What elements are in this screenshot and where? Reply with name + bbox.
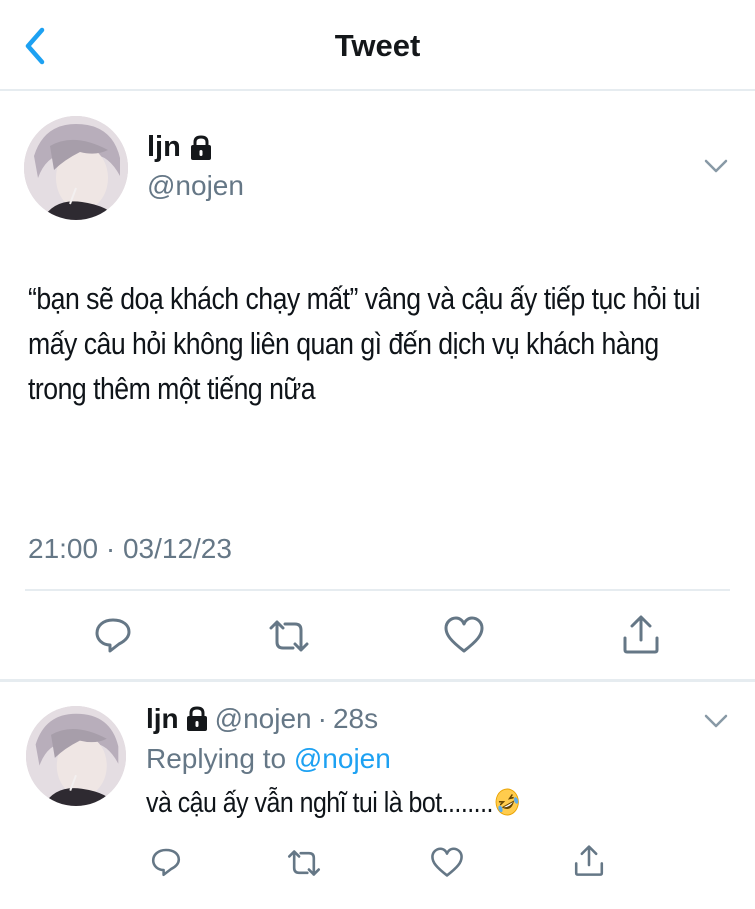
author-handle[interactable]: @nojen: [147, 170, 244, 202]
section-divider: [0, 679, 755, 682]
like-icon[interactable]: [430, 847, 464, 878]
avatar[interactable]: [24, 116, 128, 220]
reply-header: ljn @nojen · 28s: [146, 703, 378, 735]
replying-mention[interactable]: @nojen: [294, 743, 391, 774]
share-icon[interactable]: [621, 614, 661, 656]
tweet-timestamp: 21:00 · 03/12/23: [28, 533, 232, 564]
retweet-icon[interactable]: [286, 848, 322, 878]
rolling-on-floor-laughing-emoji: [495, 788, 520, 816]
share-icon[interactable]: [573, 844, 605, 878]
author-name-text[interactable]: ljn: [147, 131, 181, 164]
page-title: Tweet: [334, 28, 421, 63]
divider: [25, 589, 730, 591]
chevron-down-icon[interactable]: [703, 713, 729, 729]
author-name[interactable]: ljn: [147, 131, 213, 164]
tweet-text: “bạn sẽ doạ khách chạy mất” vâng và cậu …: [28, 281, 701, 406]
reply-text: và cậu ấy vẫn nghĩ tui là bot........: [146, 787, 520, 820]
top-bar: Tweet: [0, 0, 755, 91]
reply-author-handle[interactable]: @nojen: [215, 703, 312, 735]
reply-icon[interactable]: [150, 846, 182, 878]
replying-to: Replying to @nojen: [146, 743, 391, 775]
replying-prefix: Replying to: [146, 743, 287, 774]
like-icon[interactable]: [443, 616, 485, 654]
reply-icon[interactable]: [93, 615, 133, 655]
retweet-icon[interactable]: [267, 618, 311, 654]
separator-dot: ·: [317, 703, 327, 734]
chevron-down-icon[interactable]: [703, 158, 729, 174]
reply-text-body: và cậu ấy vẫn nghĩ tui là bot........: [146, 787, 493, 819]
reply-avatar[interactable]: [26, 706, 126, 806]
reply-author-name[interactable]: ljn: [146, 703, 179, 735]
reply-time: 28s: [332, 703, 379, 734]
lock-icon: [186, 706, 207, 731]
lock-icon: [190, 134, 211, 160]
